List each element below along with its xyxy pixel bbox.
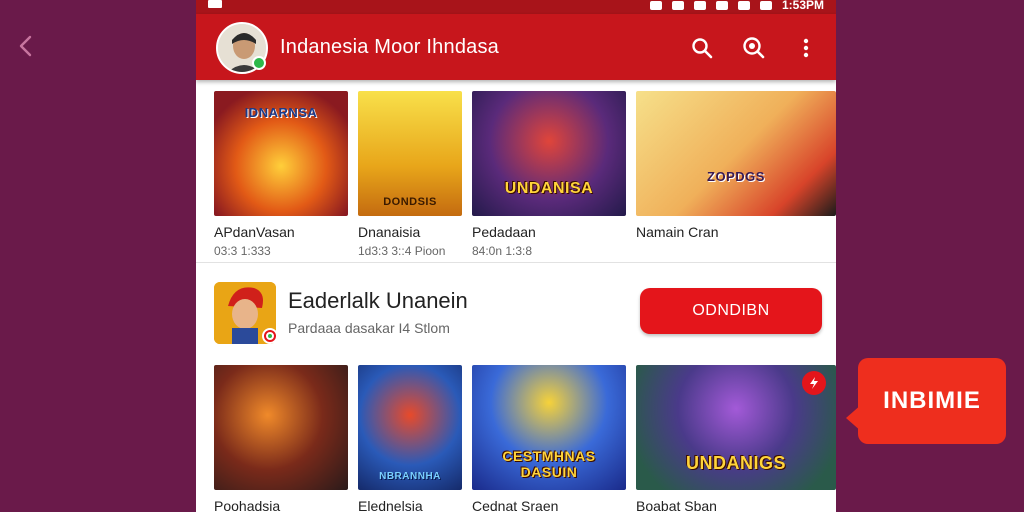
- lightning-icon: [810, 377, 818, 389]
- app-title: Indanesia Moor Ihndasa: [280, 36, 499, 58]
- game-thumbnail: UNDANIGS: [636, 365, 836, 490]
- game-art-title: IDNARNSA: [244, 105, 318, 120]
- game-thumbnail: DONDSIS: [358, 91, 462, 216]
- wifi-icon: [715, 0, 728, 10]
- games-row-bottom: Poohadsia NBRANNHA Elednelsia CESTMHNAS …: [214, 365, 836, 512]
- game-card[interactable]: NBRANNHA Elednelsia: [358, 365, 462, 512]
- battery-icon: [759, 0, 772, 10]
- section-divider: [196, 262, 836, 263]
- game-card[interactable]: ZOPDGS Namain Cran: [636, 91, 836, 258]
- app-bar: Indanesia Moor Ihndasa: [196, 14, 836, 80]
- alarm-icon: [671, 0, 684, 10]
- game-name: Elednelsia: [358, 498, 423, 512]
- promo-bubble[interactable]: INBIMIE: [858, 358, 1006, 444]
- notification-icon: [208, 0, 222, 8]
- voice-search-button[interactable]: [740, 34, 768, 62]
- game-thumbnail: NBRANNHA: [358, 365, 462, 490]
- location-icon: [693, 0, 706, 10]
- game-meta: 1d3:3 3::4 Pioon: [358, 244, 446, 258]
- game-card[interactable]: IDNARNSA APdanVasan 03:3 1:333: [214, 91, 348, 258]
- game-card[interactable]: CESTMHNAS DASUIN Cednat Sraen: [472, 365, 626, 512]
- games-row-top: IDNARNSA APdanVasan 03:3 1:333 DONDSIS D…: [214, 91, 836, 258]
- game-name: APdanVasan: [214, 224, 295, 240]
- game-meta: 03:3 1:333: [214, 244, 271, 258]
- search-voice-icon: [743, 37, 765, 59]
- game-name: Poohadsia: [214, 498, 281, 512]
- more-vert-icon: [803, 38, 809, 58]
- game-thumbnail: ZOPDGS: [636, 91, 836, 216]
- sim-icon: [649, 0, 662, 10]
- game-name: Dnanaisia: [358, 224, 421, 240]
- game-name: Boabat Sban: [636, 498, 717, 512]
- game-thumbnail: UNDANISA: [472, 91, 626, 216]
- game-art-title: UNDANIGS: [685, 453, 786, 473]
- featured-status-badge: [262, 328, 278, 344]
- more-options-button[interactable]: [792, 34, 820, 62]
- install-button[interactable]: ODNDIBN: [640, 288, 822, 334]
- game-thumbnail: CESTMHNAS DASUIN: [472, 365, 626, 490]
- back-chevron-icon[interactable]: [14, 34, 38, 58]
- game-card[interactable]: DONDSIS Dnanaisia 1d3:3 3::4 Pioon: [358, 91, 462, 258]
- search-button[interactable]: [688, 34, 716, 62]
- game-thumbnail: [214, 365, 348, 490]
- status-bar: 1:53PM: [196, 0, 836, 14]
- sale-badge: [802, 371, 826, 395]
- search-icon: [692, 38, 713, 59]
- game-meta: 84:0n 1:3:8: [472, 244, 533, 258]
- game-art-title: ZOPDGS: [707, 169, 765, 184]
- google-g-icon: [264, 330, 276, 342]
- game-art-title: DONDSIS: [383, 196, 437, 208]
- game-thumbnail: IDNARNSA: [214, 91, 348, 216]
- signal-icon: [737, 0, 750, 10]
- phone-screen: 1:53PM Indanesia Moor Ihndasa IDNARNSA A…: [196, 0, 836, 512]
- game-art-title: CESTMHNAS DASUIN: [502, 448, 596, 480]
- game-card[interactable]: UNDANIGS Boabat Sban: [636, 365, 836, 512]
- online-status-badge: [252, 56, 266, 70]
- game-card[interactable]: Poohadsia: [214, 365, 348, 512]
- game-art-title: NBRANNHA: [379, 471, 441, 482]
- game-name: Pedadaan: [472, 224, 536, 240]
- status-time: 1:53PM: [781, 0, 824, 12]
- game-card[interactable]: UNDANISA Pedadaan 84:0n 1:3:8: [472, 91, 626, 258]
- featured-app-subtitle: Pardaaa dasakar I4 Stlom: [288, 320, 450, 336]
- game-name: Namain Cran: [636, 224, 719, 240]
- game-name: Cednat Sraen: [472, 498, 559, 512]
- featured-app-title: Eaderlalk Unanein: [288, 288, 468, 313]
- game-art-title: UNDANISA: [504, 180, 594, 197]
